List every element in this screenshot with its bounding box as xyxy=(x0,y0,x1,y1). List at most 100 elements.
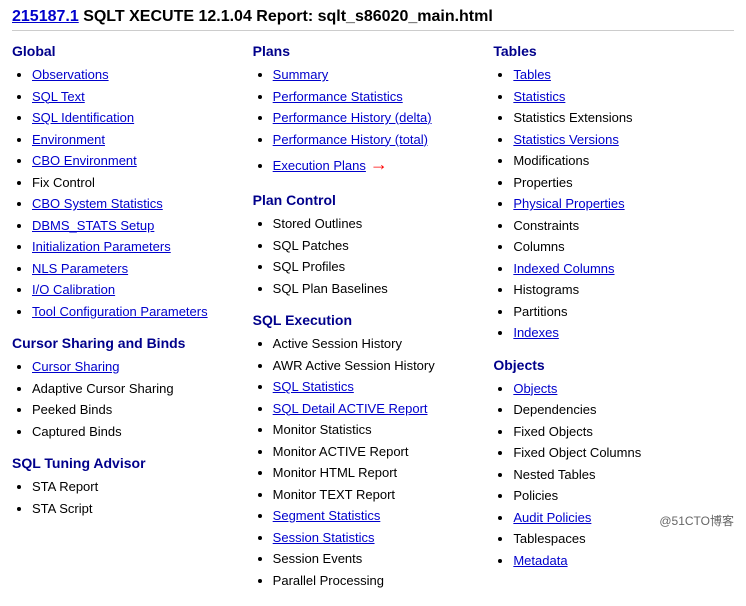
nav-link[interactable]: Statistics Versions xyxy=(513,132,619,147)
plans-list: Summary Performance Statistics Performance… xyxy=(253,65,486,178)
list-item: Statistics Extensions xyxy=(513,108,726,128)
sql-execution-section-title: SQL Execution xyxy=(253,312,486,328)
tables-list: Tables Statistics Statistics Extensions Sta… xyxy=(493,65,726,343)
list-item: Monitor ACTIVE Report xyxy=(273,442,486,462)
nav-link[interactable]: I/O Calibration xyxy=(32,282,115,297)
page-title: 215187.1 SQLT XECUTE 12.1.04 Report: sql… xyxy=(12,8,734,31)
list-item: Performance Statistics xyxy=(273,87,486,107)
list-item: Partitions xyxy=(513,302,726,322)
list-item: Statistics Versions xyxy=(513,130,726,150)
list-item: STA Script xyxy=(32,499,245,519)
list-item: Stored Outlines xyxy=(273,214,486,234)
plan-control-list: Stored OutlinesSQL PatchesSQL ProfilesSQ… xyxy=(253,214,486,298)
list-item: Dependencies xyxy=(513,400,726,420)
list-item: Fix Control xyxy=(32,173,245,193)
list-item: Physical Properties xyxy=(513,194,726,214)
global-section-title: Global xyxy=(12,43,245,59)
nav-link[interactable]: Tables xyxy=(513,67,551,82)
list-item: Performance History (delta) xyxy=(273,108,486,128)
watermark: @51CTO博客 xyxy=(659,512,734,529)
nav-link[interactable]: Physical Properties xyxy=(513,196,624,211)
global-list: Observations SQL Text SQL Identification En… xyxy=(12,65,245,321)
list-item: Adaptive Cursor Sharing xyxy=(32,379,245,399)
list-item: SQL Identification xyxy=(32,108,245,128)
list-item: Monitor TEXT Report xyxy=(273,485,486,505)
list-item: DBMS_STATS Setup xyxy=(32,216,245,236)
list-item: Objects xyxy=(513,379,726,399)
list-item: Execution Plans → xyxy=(273,151,486,178)
list-item: Tablespaces xyxy=(513,529,726,549)
nav-link[interactable]: SQL Text xyxy=(32,89,85,104)
nav-link[interactable]: Audit Policies xyxy=(513,510,591,525)
nav-link[interactable]: Performance Statistics xyxy=(273,89,403,104)
nav-link[interactable]: CBO System Statistics xyxy=(32,196,163,211)
nav-link[interactable]: Summary xyxy=(273,67,329,82)
list-item: Constraints xyxy=(513,216,726,236)
list-item: Indexes xyxy=(513,323,726,343)
list-item: Parallel Processing xyxy=(273,571,486,591)
list-item: AWR Active Session History xyxy=(273,356,486,376)
nav-link[interactable]: DBMS_STATS Setup xyxy=(32,218,154,233)
list-item: Summary xyxy=(273,65,486,85)
list-item: Environment xyxy=(32,130,245,150)
nav-link[interactable]: Cursor Sharing xyxy=(32,359,119,374)
nav-link[interactable]: Execution Plans xyxy=(273,158,366,173)
list-item: Tables xyxy=(513,65,726,85)
list-item: SQL Text xyxy=(32,87,245,107)
nav-link[interactable]: Observations xyxy=(32,67,109,82)
list-item: Initialization Parameters xyxy=(32,237,245,257)
list-item: Indexed Columns xyxy=(513,259,726,279)
nav-link[interactable]: Segment Statistics xyxy=(273,508,381,523)
nav-link[interactable]: Initialization Parameters xyxy=(32,239,171,254)
objects-section-title: Objects xyxy=(493,357,726,373)
list-item: Tool Configuration Parameters xyxy=(32,302,245,322)
list-item: Active Session History xyxy=(273,334,486,354)
list-item: Session Statistics xyxy=(273,528,486,548)
nav-link[interactable]: Environment xyxy=(32,132,105,147)
nav-link[interactable]: SQL Detail ACTIVE Report xyxy=(273,401,428,416)
list-item: Modifications xyxy=(513,151,726,171)
sta-list: STA ReportSTA Script xyxy=(12,477,245,518)
nav-link[interactable]: CBO Environment xyxy=(32,153,137,168)
list-item: Cursor Sharing xyxy=(32,357,245,377)
nav-link[interactable]: SQL Identification xyxy=(32,110,134,125)
list-item: Monitor Statistics xyxy=(273,420,486,440)
objects-list: ObjectsDependenciesFixed ObjectsFixed Ob… xyxy=(493,379,726,571)
plan-control-section-title: Plan Control xyxy=(253,192,486,208)
column-global: Global Observations SQL Text SQL Identific… xyxy=(12,43,253,522)
report-title: SQLT XECUTE 12.1.04 Report: sqlt_s86020_… xyxy=(83,8,493,25)
nav-link[interactable]: NLS Parameters xyxy=(32,261,128,276)
sta-section-title: SQL Tuning Advisor xyxy=(12,455,245,471)
list-item: NLS Parameters xyxy=(32,259,245,279)
list-item: SQL Patches xyxy=(273,236,486,256)
nav-link[interactable]: Tool Configuration Parameters xyxy=(32,304,208,319)
tables-section-title: Tables xyxy=(493,43,726,59)
list-item: Performance History (total) xyxy=(273,130,486,150)
list-item: Nested Tables xyxy=(513,465,726,485)
sql-execution-list: Active Session HistoryAWR Active Session… xyxy=(253,334,486,590)
cursor-list: Cursor Sharing Adaptive Cursor SharingPee… xyxy=(12,357,245,441)
nav-link[interactable]: Statistics xyxy=(513,89,565,104)
list-item: STA Report xyxy=(32,477,245,497)
list-item: Histograms xyxy=(513,280,726,300)
nav-link[interactable]: Indexed Columns xyxy=(513,261,614,276)
nav-link[interactable]: Performance History (total) xyxy=(273,132,428,147)
nav-link[interactable]: Session Statistics xyxy=(273,530,375,545)
report-id-link[interactable]: 215187.1 xyxy=(12,8,79,25)
list-item: Policies xyxy=(513,486,726,506)
list-item: SQL Plan Baselines xyxy=(273,279,486,299)
nav-link[interactable]: Objects xyxy=(513,381,557,396)
column-plans: Plans Summary Performance Statistics Perfo… xyxy=(253,43,494,594)
plans-section-title: Plans xyxy=(253,43,486,59)
list-item: Observations xyxy=(32,65,245,85)
list-item: Peeked Binds xyxy=(32,400,245,420)
list-item: Statistics xyxy=(513,87,726,107)
nav-link[interactable]: Performance History (delta) xyxy=(273,110,432,125)
nav-link[interactable]: SQL Statistics xyxy=(273,379,354,394)
list-item: Fixed Objects xyxy=(513,422,726,442)
nav-link[interactable]: Metadata xyxy=(513,553,567,568)
list-item: Metadata xyxy=(513,551,726,571)
nav-link[interactable]: Indexes xyxy=(513,325,559,340)
list-item: Segment Statistics xyxy=(273,506,486,526)
list-item: CBO Environment xyxy=(32,151,245,171)
